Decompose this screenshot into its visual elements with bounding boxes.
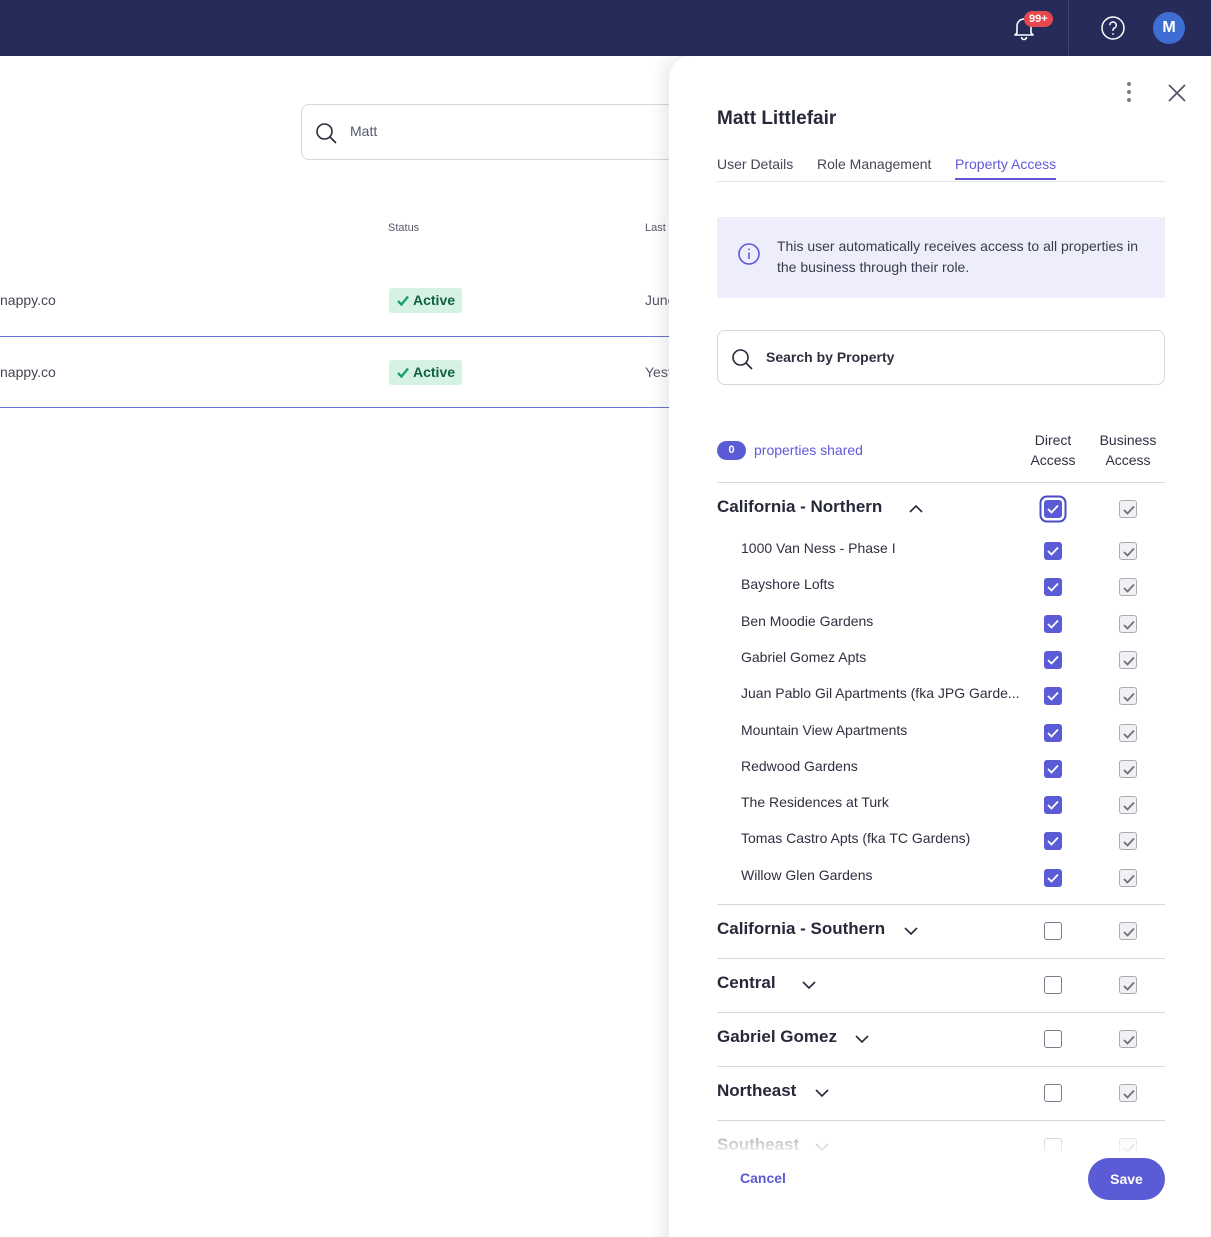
- status-label: Active: [413, 292, 456, 308]
- save-button[interactable]: Save: [1088, 1158, 1165, 1200]
- chevron-down-icon[interactable]: [903, 923, 919, 939]
- property-item: Ben Moodie Gardens: [741, 612, 874, 629]
- business-access-checkbox: [1119, 650, 1137, 669]
- property-item: Mountain View Apartments: [741, 721, 908, 738]
- page-title: Matt Littlefair: [717, 108, 837, 129]
- business-access-checkbox: [1119, 1084, 1137, 1102]
- group-divider: [717, 904, 1165, 905]
- search-placeholder: Search by Property: [766, 349, 895, 365]
- property-item: 1000 Van Ness - Phase I: [741, 540, 896, 556]
- notification-badge: 99+: [1024, 11, 1053, 27]
- business-access-checkbox: [1119, 976, 1137, 994]
- user-search-input[interactable]: Matt: [301, 104, 701, 160]
- group-label[interactable]: Gabriel Gomez: [717, 1027, 837, 1047]
- tab-user-details[interactable]: User Details: [717, 156, 793, 172]
- business-access-checkbox: [1119, 542, 1137, 560]
- property-search-input[interactable]: Search by Property: [717, 330, 1165, 385]
- check-icon: [397, 295, 409, 306]
- direct-access-checkbox[interactable]: [1044, 922, 1062, 940]
- user-email: nappy.co: [0, 292, 56, 308]
- shared-count-badge: 0: [717, 441, 746, 460]
- status-badge: Active: [389, 288, 462, 313]
- column-header-status[interactable]: Status: [388, 222, 419, 234]
- group-label[interactable]: Central: [717, 973, 776, 993]
- status-label: Active: [413, 364, 456, 380]
- direct-access-checkbox[interactable]: [1044, 650, 1062, 669]
- status-badge: Active: [389, 360, 462, 385]
- list-divider: [717, 482, 1165, 483]
- chevron-down-icon[interactable]: [801, 977, 817, 993]
- row-divider: [0, 336, 700, 337]
- avatar[interactable]: M: [1153, 12, 1185, 44]
- business-access-checkbox: [1119, 922, 1137, 940]
- search-icon: [732, 349, 753, 370]
- property-item: Tomas Castro Apts (fka TC Gardens): [741, 830, 971, 847]
- direct-access-checkbox[interactable]: [1044, 976, 1062, 994]
- chevron-down-icon[interactable]: [814, 1085, 830, 1101]
- business-access-checkbox: [1119, 759, 1137, 778]
- chevron-up-icon[interactable]: [908, 501, 924, 517]
- column-header-business-access: Business Access: [1099, 432, 1157, 468]
- column-header-last[interactable]: Last: [645, 222, 666, 234]
- tab-property-access[interactable]: Property Access: [955, 156, 1057, 180]
- cancel-button[interactable]: Cancel: [740, 1170, 786, 1186]
- top-nav-bar: 99+ M: [0, 0, 1211, 56]
- direct-access-checkbox[interactable]: [1044, 614, 1062, 633]
- business-access-checkbox: [1119, 723, 1137, 742]
- group-label[interactable]: Northeast: [717, 1081, 796, 1101]
- business-access-checkbox: [1119, 578, 1137, 597]
- tab-role-management[interactable]: Role Management: [817, 156, 931, 172]
- help-icon[interactable]: [1100, 15, 1126, 41]
- direct-access-checkbox[interactable]: [1044, 759, 1062, 778]
- direct-access-checkbox[interactable]: [1044, 687, 1062, 706]
- direct-access-checkbox[interactable]: [1044, 578, 1062, 597]
- business-access-checkbox: [1119, 868, 1137, 887]
- direct-access-checkbox[interactable]: [1044, 868, 1062, 887]
- group-divider: [717, 1120, 1165, 1121]
- business-access-checkbox: [1119, 796, 1137, 815]
- group-divider: [717, 1012, 1165, 1013]
- business-access-checkbox: [1119, 500, 1137, 518]
- shared-count-label: properties shared: [754, 442, 863, 458]
- direct-access-checkbox[interactable]: [1044, 1030, 1062, 1048]
- property-item: Willow Glen Gardens: [741, 866, 873, 883]
- check-icon: [397, 367, 409, 378]
- info-icon: [738, 243, 760, 265]
- direct-access-checkbox[interactable]: [1044, 832, 1062, 851]
- last-active: Yest: [645, 364, 672, 380]
- direct-access-checkbox[interactable]: [1044, 723, 1062, 742]
- chevron-down-icon[interactable]: [854, 1031, 870, 1047]
- property-item: Juan Pablo Gil Apartments (fka JPG Garde…: [741, 685, 1020, 702]
- info-text: This user automatically receives access …: [777, 238, 1139, 275]
- direct-access-checkbox[interactable]: [1044, 1084, 1062, 1102]
- property-item: Gabriel Gomez Apts: [741, 648, 867, 665]
- property-item: Bayshore Lofts: [741, 576, 835, 593]
- column-header-direct-access: Direct Access: [1030, 432, 1076, 468]
- business-access-checkbox: [1119, 1030, 1137, 1048]
- direct-access-checkbox[interactable]: [1044, 500, 1062, 518]
- group-label[interactable]: California - Southern: [717, 919, 885, 939]
- business-access-checkbox: [1119, 614, 1137, 633]
- property-item: Redwood Gardens: [741, 757, 858, 774]
- business-access-checkbox: [1119, 687, 1137, 706]
- user-detail-panel: Matt Littlefair User Details Role Manage…: [669, 56, 1211, 1237]
- property-item: The Residences at Turk: [741, 794, 889, 811]
- close-icon[interactable]: [1165, 81, 1189, 105]
- search-icon: [316, 123, 337, 144]
- tab-bar: User Details Role Management Property Ac…: [717, 154, 1165, 182]
- more-options-icon[interactable]: [1124, 82, 1134, 104]
- group-label[interactable]: California - Northern: [717, 497, 882, 517]
- row-divider: [0, 407, 700, 408]
- info-banner: This user automatically receives access …: [717, 217, 1165, 298]
- business-access-checkbox: [1119, 832, 1137, 851]
- direct-access-checkbox[interactable]: [1044, 542, 1062, 560]
- group-divider: [717, 958, 1165, 959]
- search-value: Matt: [350, 123, 378, 139]
- group-divider: [717, 1066, 1165, 1067]
- direct-access-checkbox[interactable]: [1044, 796, 1062, 815]
- divider: [1068, 0, 1069, 56]
- user-email: nappy.co: [0, 364, 56, 380]
